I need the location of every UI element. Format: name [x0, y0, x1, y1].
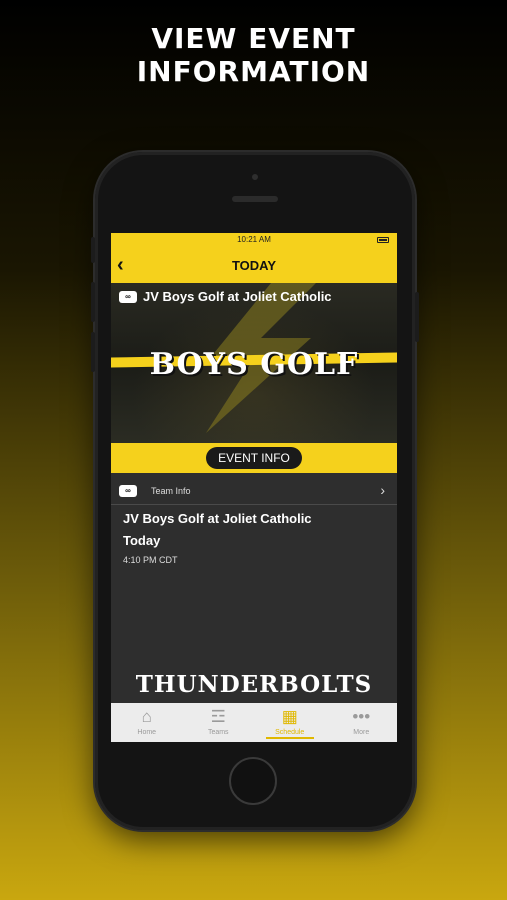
home-button[interactable]	[229, 757, 277, 805]
mute-switch	[91, 237, 95, 263]
headline-line1: VIEW EVENT	[151, 22, 356, 55]
headline-line2: INFORMATION	[136, 55, 371, 88]
banner-sport-title: BOYS GOLF	[149, 347, 359, 382]
tab-bar: ⌂ Home ☲ Teams ▦ Schedule ••• More	[111, 703, 397, 742]
event-title: JV Boys Golf at Joliet Catholic	[123, 511, 312, 526]
more-icon: •••	[352, 707, 371, 726]
banner-event-name-text: JV Boys Golf at Joliet Catholic	[143, 289, 332, 304]
app-screen: 10:21 AM ‹ TODAY BOYS GOLF ∞ JV Boys Gol…	[111, 233, 397, 742]
earpiece-speaker	[232, 196, 278, 202]
power-button	[415, 292, 419, 342]
status-bar: 10:21 AM	[111, 233, 397, 247]
battery-icon	[377, 237, 389, 243]
tab-teams-label: Teams	[207, 729, 229, 736]
home-icon: ⌂	[141, 707, 152, 726]
navigation-bar: ‹ TODAY	[111, 247, 397, 283]
brand-wordmark: THUNDERBOLTS	[135, 671, 373, 698]
event-info-tab[interactable]: EVENT INFO	[206, 447, 302, 469]
team-info-label: Team Info	[151, 486, 191, 496]
status-time: 10:21 AM	[237, 235, 271, 244]
tab-schedule-label: Schedule	[275, 729, 305, 736]
calendar-icon: ▦	[281, 707, 298, 726]
chevron-right-icon: ›	[380, 482, 385, 498]
tab-home[interactable]: ⌂ Home	[111, 703, 183, 742]
team-logo-icon: ∞	[119, 290, 137, 303]
tab-more-label: More	[353, 729, 370, 736]
headline: VIEW EVENT INFORMATION	[0, 22, 507, 88]
page-title: TODAY	[231, 258, 277, 273]
tab-teams[interactable]: ☲ Teams	[183, 703, 255, 742]
volume-up-button	[91, 282, 95, 322]
event-info-bar: EVENT INFO	[111, 443, 397, 473]
tab-home-label: Home	[137, 729, 157, 736]
team-logo-icon: ∞	[119, 485, 137, 497]
volume-down-button	[91, 332, 95, 372]
teams-icon: ☲	[210, 707, 226, 726]
tab-schedule[interactable]: ▦ Schedule	[254, 703, 326, 742]
event-day: Today	[123, 533, 161, 548]
banner-event-name: ∞ JV Boys Golf at Joliet Catholic	[119, 289, 332, 304]
event-time: 4:10 PM CDT	[123, 555, 178, 565]
event-banner: BOYS GOLF ∞ JV Boys Golf at Joliet Catho…	[111, 283, 397, 443]
front-camera	[252, 174, 258, 180]
team-info-row[interactable]: ∞ Team Info ›	[111, 477, 397, 505]
tab-more[interactable]: ••• More	[326, 703, 398, 742]
